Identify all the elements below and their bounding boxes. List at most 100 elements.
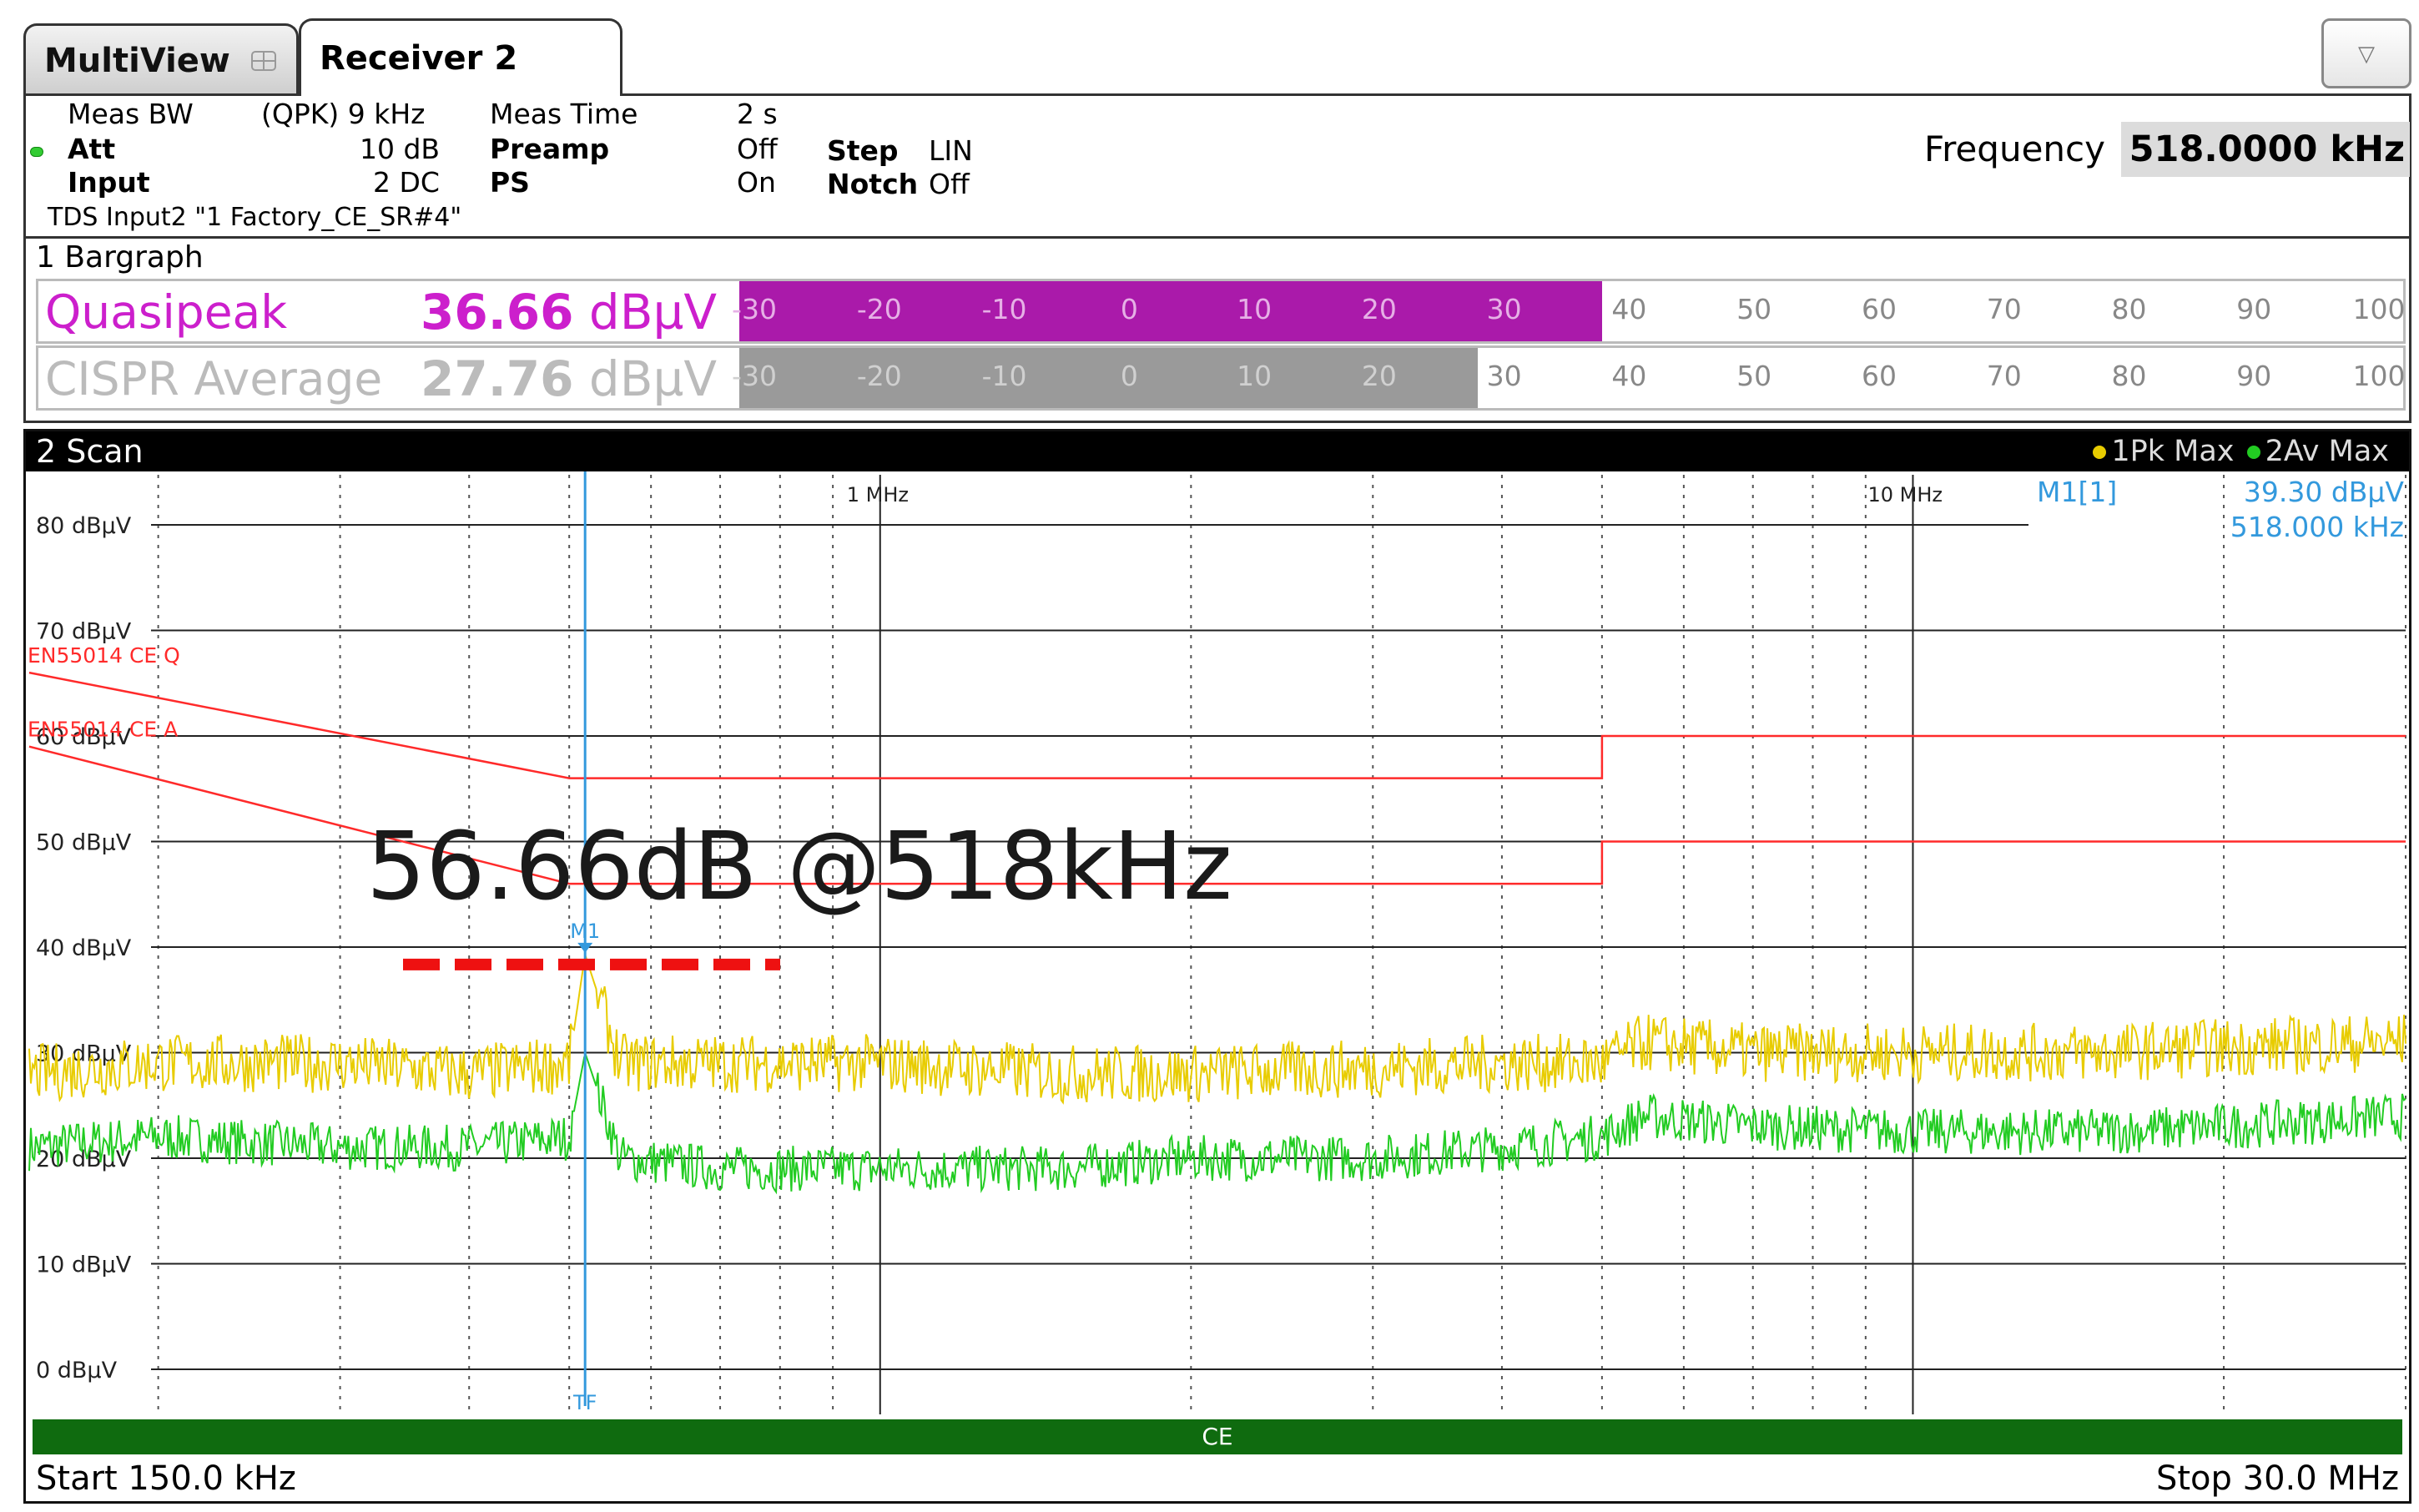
meter-scale: -30 -20 -10 0 10 20 30 40 50 60 70 80 90 100: [732, 281, 2406, 341]
scan-title-bar: 2 Scan 1Pk Max 2Av Max: [26, 431, 2409, 471]
att-label: Att: [68, 133, 116, 165]
meter-value: 27.76 dBµV: [421, 350, 746, 408]
meter-tick-label: 40: [1611, 293, 1647, 325]
meas-time-value: 2 s: [737, 98, 778, 130]
meter-unit: dBµV: [588, 350, 718, 407]
y-axis-label: 30 dBµV: [36, 1041, 132, 1067]
meter-tick-label: 20: [1361, 293, 1397, 325]
meter-tick-label: 30: [1486, 360, 1522, 392]
tab-receiver-2[interactable]: Receiver 2: [299, 18, 622, 95]
scan-panel: 2 Scan 1Pk Max 2Av Max 80 dBµV 70 dBµV 60 …: [23, 429, 2411, 1504]
freq-label-1mhz: 1 MHz: [847, 483, 909, 507]
meter-tick-label: 90: [2236, 293, 2272, 325]
tab-multiview[interactable]: MultiView: [23, 23, 299, 93]
meter-tick-label: 10: [1237, 360, 1272, 392]
stop-frequency: Stop 30.0 MHz: [2155, 1459, 2399, 1498]
annotation-text: 56.66dB @518kHz: [366, 813, 1232, 921]
ce-range-bar: CE: [33, 1419, 2402, 1454]
ps-value: On: [737, 166, 776, 199]
freq-label-10mhz: 10 MHz: [1867, 483, 1943, 507]
meter-tick-label: 90: [2236, 360, 2272, 392]
y-axis-label: 50 dBµV: [36, 830, 132, 856]
step-value: LIN: [929, 134, 973, 167]
trace-legend: 1Pk Max 2Av Max: [2093, 431, 2389, 471]
meter-name: Quasipeak: [45, 285, 288, 339]
meter-tick-label: 80: [2111, 293, 2147, 325]
meas-bw-value: (QPK) 9 kHz: [261, 98, 426, 130]
meter-unit: dBµV: [588, 284, 718, 340]
meter-number: 36.66: [421, 284, 574, 340]
meter-tick-label: 70: [1986, 293, 2022, 325]
meter-tick-label: -20: [856, 360, 902, 392]
input-label: Input: [68, 166, 150, 199]
meter-tick-label: 40: [1611, 360, 1647, 392]
notch-value: Off: [929, 168, 970, 200]
ps-label: PS: [490, 166, 530, 199]
att-value: 10 dB: [360, 133, 441, 165]
limit-line-label: EN55014 CE A: [28, 718, 178, 742]
grid-icon[interactable]: [251, 51, 276, 71]
legend-item: 2Av Max: [2265, 435, 2389, 468]
meter-scale: -30 -20 -10 0 10 20 30 40 50 60 70 80 90 100: [732, 348, 2406, 408]
y-axis-label: 70 dBµV: [36, 619, 132, 645]
chevron-down-icon: ▽: [2358, 42, 2375, 67]
tab-receiver-label: Receiver 2: [320, 39, 518, 78]
cispr-average-meter: CISPR Average 27.76 dBµV -30 -20 -10 0 10 20 3…: [36, 345, 2406, 411]
meter-tick-label: -10: [981, 293, 1027, 325]
y-axis-label: 0 dBµV: [36, 1358, 118, 1383]
receiver-app: MultiView Receiver 2 ▽ Meas BW (QPK) 9 k…: [0, 0, 2419, 1512]
trace1-dot: [2093, 446, 2107, 459]
marker-tf-label: TF: [572, 1391, 597, 1414]
meter-name: CISPR Average: [45, 352, 383, 406]
legend-item: 1Pk Max: [2111, 435, 2235, 468]
meter-number: 27.76: [421, 350, 574, 407]
quasipeak-meter: Quasipeak 36.66 dBµV -30 -20 -10 0 10 20 30 40 5…: [36, 279, 2406, 344]
meter-tick-label: -10: [981, 360, 1027, 392]
scan-footer: Start 150.0 kHz Stop 30.0 MHz: [26, 1456, 2409, 1501]
meter-tick-label: 50: [1736, 293, 1772, 325]
meter-tick-label: -20: [856, 293, 902, 325]
meter-tick-label: -30: [732, 360, 777, 392]
marker-readout-level: 39.30 dBµV: [2244, 476, 2405, 508]
meter-value: 36.66 dBµV: [421, 283, 746, 341]
meter-tick-label: 50: [1736, 360, 1772, 392]
y-axis-label: 40 dBµV: [36, 935, 132, 961]
bargraph-title: 1 Bargraph: [36, 240, 204, 275]
meter-tick-label: 100: [2352, 293, 2406, 325]
meter-tick-label: 60: [1861, 293, 1897, 325]
meter-tick-label: 20: [1361, 360, 1397, 392]
limit-line-label: EN55014 CE Q: [28, 643, 180, 668]
tab-multiview-label: MultiView: [44, 42, 230, 80]
meter-tick-label: 10: [1237, 293, 1272, 325]
bargraph-panel: 1 Bargraph Quasipeak 36.66 dBµV -30 -20 -1…: [23, 236, 2411, 423]
meter-tick-label: 0: [1120, 360, 1138, 392]
trace2-dot: [2246, 446, 2260, 459]
meter-tick-label: 70: [1986, 360, 2022, 392]
trace-1pk-max: [28, 955, 2406, 1105]
notch-label: Notch: [827, 168, 919, 200]
meter-tick-label: -30: [732, 293, 777, 325]
input-value: 2 DC: [373, 166, 440, 199]
y-axis-label: 80 dBµV: [36, 513, 132, 539]
meter-tick-label: 80: [2111, 360, 2147, 392]
meter-tick-label: 60: [1861, 360, 1897, 392]
limit-line-qp: [28, 671, 2406, 779]
tds-input-line: TDS Input2 "1 Factory_CE_SR#4": [48, 203, 462, 232]
frequency-label: Frequency: [1924, 129, 2105, 169]
preamp-value: Off: [737, 133, 778, 165]
meas-bw-label: Meas BW: [68, 98, 194, 130]
marker-readout-freq: 518.000 kHz: [2230, 511, 2404, 543]
step-label: Step: [827, 134, 899, 167]
start-frequency: Start 150.0 kHz: [36, 1459, 296, 1498]
meter-tick-label: 0: [1120, 293, 1138, 325]
meter-tick-label: 30: [1486, 293, 1522, 325]
frequency-value[interactable]: 518.0000 kHz: [2121, 122, 2410, 177]
marker-label-m1: M1: [570, 920, 600, 943]
preamp-label: Preamp: [490, 133, 610, 165]
dropdown-button[interactable]: ▽: [2321, 18, 2411, 88]
scan-plot[interactable]: 80 dBµV70 dBµV60 dBµV50 dBµV40 dBµV30 dB…: [26, 471, 2409, 1418]
marker-readout-name: M1[1]: [2037, 476, 2117, 508]
scan-title: 2 Scan: [36, 433, 144, 470]
meter-tick-label: 100: [2352, 360, 2406, 392]
meas-time-label: Meas Time: [490, 98, 638, 130]
